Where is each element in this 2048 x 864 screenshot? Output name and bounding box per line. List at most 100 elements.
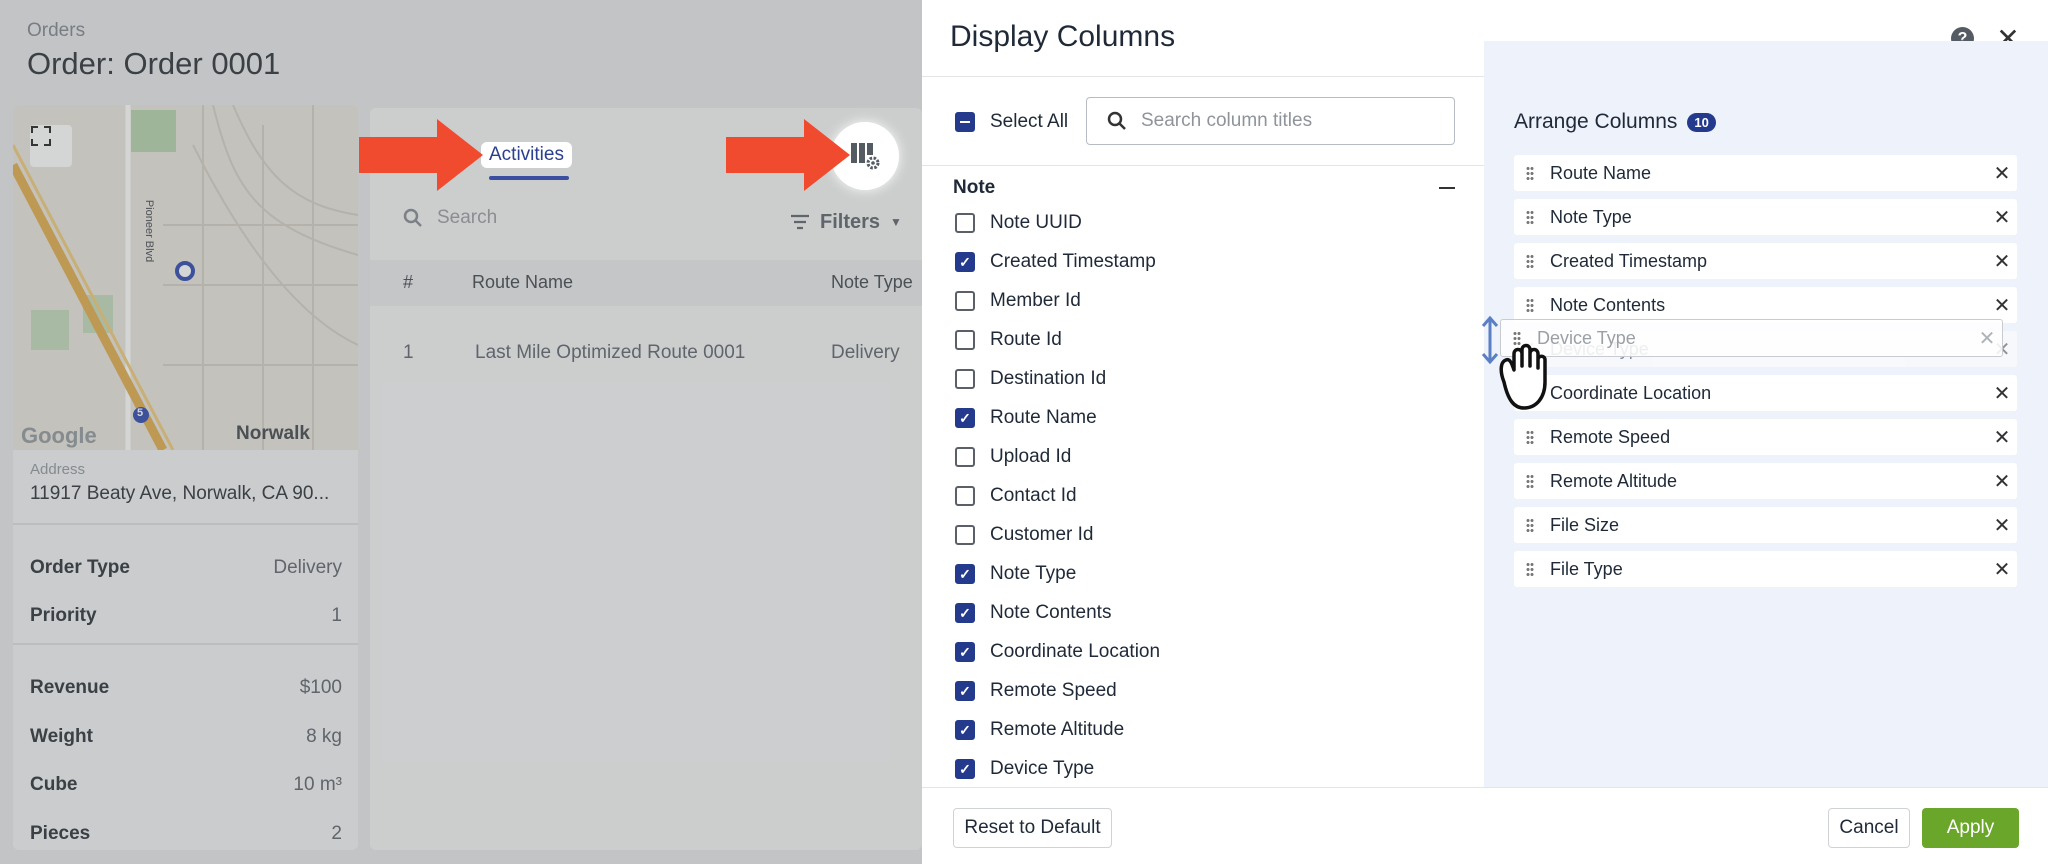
column-option-label: Member Id — [990, 290, 1081, 311]
arranged-column-item[interactable]: Created Timestamp ✕ — [1514, 243, 2017, 279]
column-option-label: Note Type — [990, 563, 1077, 584]
column-option[interactable]: ✓ Created Timestamp — [955, 251, 1156, 273]
column-option-label: Route Name — [990, 407, 1097, 428]
column-option-label: Note Contents — [990, 602, 1112, 623]
column-option-label: Remote Speed — [990, 680, 1117, 701]
column-option[interactable]: ✓ Note Type — [955, 563, 1076, 585]
dragging-column-item[interactable]: Device Type ✕ — [1500, 319, 2003, 357]
remove-column-icon[interactable]: ✕ — [1987, 469, 2017, 494]
arranged-column-item[interactable]: File Type ✕ — [1514, 551, 2017, 587]
drag-handle-icon[interactable] — [1514, 430, 1546, 444]
drag-handle-icon[interactable] — [1514, 166, 1546, 180]
checkbox-checked-icon[interactable]: ✓ — [955, 564, 975, 584]
column-option-label: Note UUID — [990, 212, 1082, 233]
remove-icon: ✕ — [1978, 327, 1996, 350]
arranged-column-item[interactable]: Note Contents ✕ — [1514, 287, 2017, 323]
arranged-column-item[interactable]: Note Type ✕ — [1514, 199, 2017, 235]
column-option-label: Device Type — [990, 758, 1095, 779]
checkbox-checked-icon[interactable]: ✓ — [955, 681, 975, 701]
divider — [922, 787, 2048, 788]
group-header-note[interactable]: Note — [953, 177, 1455, 199]
column-option[interactable]: Route Id — [955, 329, 1062, 351]
column-option-label: Coordinate Location — [990, 641, 1161, 662]
checkbox-unchecked-icon[interactable] — [955, 525, 975, 545]
drag-hand-cursor-icon — [1481, 315, 1547, 410]
arranged-column-item[interactable]: Remote Speed ✕ — [1514, 419, 2017, 455]
checkbox-unchecked-icon[interactable] — [955, 330, 975, 350]
column-search-field[interactable] — [1086, 97, 1455, 145]
column-option[interactable]: ✓ Device Type — [955, 758, 1094, 780]
select-all-label: Select All — [990, 111, 1069, 132]
group-label: Note — [953, 177, 996, 198]
checkbox-unchecked-icon[interactable] — [955, 291, 975, 311]
remove-column-icon[interactable]: ✕ — [1987, 161, 2017, 186]
remove-column-icon[interactable]: ✕ — [1987, 205, 2017, 230]
arranged-column-label: Note Type — [1550, 206, 1632, 227]
checkbox-checked-icon[interactable]: ✓ — [955, 720, 975, 740]
tab-active-indicator — [489, 176, 569, 180]
column-settings-icon — [851, 143, 880, 170]
remove-column-icon[interactable]: ✕ — [1987, 293, 2017, 318]
apply-button[interactable]: Apply — [1922, 808, 2019, 848]
tab-activities[interactable]: Activities — [481, 142, 572, 168]
column-selection-pane: Select All Note Note UUID ✓ Created Timest… — [922, 77, 1484, 787]
checkbox-unchecked-icon[interactable] — [955, 447, 975, 467]
remove-column-icon[interactable]: ✕ — [1987, 249, 2017, 274]
column-option-label: Created Timestamp — [990, 251, 1156, 272]
arranged-column-item[interactable]: File Size ✕ — [1514, 507, 2017, 543]
drawer-title: Display Columns — [950, 20, 1176, 53]
checkbox-checked-icon[interactable]: ✓ — [955, 408, 975, 428]
dragging-column-label: Device Type — [1537, 327, 1636, 348]
drag-handle-icon[interactable] — [1514, 474, 1546, 488]
display-columns-drawer: Display Columns ? ✕ Select All Note Note… — [922, 0, 2048, 864]
arranged-column-label: Remote Speed — [1550, 426, 1671, 447]
arranged-column-item[interactable]: Coordinate Location ✕ — [1514, 375, 2017, 411]
column-option[interactable]: ✓ Route Name — [955, 407, 1097, 429]
column-option-label: Contact Id — [990, 485, 1077, 506]
column-option[interactable]: Upload Id — [955, 446, 1071, 468]
column-option[interactable]: Note UUID — [955, 212, 1082, 234]
column-search-input[interactable] — [1141, 110, 1441, 132]
column-option[interactable]: Destination Id — [955, 368, 1106, 390]
arranged-column-item[interactable]: Remote Altitude ✕ — [1514, 463, 2017, 499]
column-option[interactable]: Customer Id — [955, 524, 1093, 546]
column-option[interactable]: Contact Id — [955, 485, 1077, 507]
arranged-column-label: Coordinate Location — [1550, 382, 1712, 403]
arranged-column-label: Created Timestamp — [1550, 250, 1708, 271]
checkbox-unchecked-icon[interactable] — [955, 486, 975, 506]
column-option-label: Destination Id — [990, 368, 1107, 389]
remove-column-icon[interactable]: ✕ — [1987, 381, 2017, 406]
column-option-label: Upload Id — [990, 446, 1072, 467]
collapse-icon[interactable] — [1439, 187, 1455, 189]
cancel-button[interactable]: Cancel — [1828, 808, 1910, 848]
drag-handle-icon[interactable] — [1514, 562, 1546, 576]
checkbox-checked-icon[interactable]: ✓ — [955, 759, 975, 779]
remove-column-icon[interactable]: ✕ — [1987, 513, 2017, 538]
drag-handle-icon[interactable] — [1514, 210, 1546, 224]
remove-column-icon[interactable]: ✕ — [1987, 425, 2017, 450]
checkbox-checked-icon[interactable]: ✓ — [955, 252, 975, 272]
column-option[interactable]: ✓ Coordinate Location — [955, 641, 1160, 663]
checkbox-indeterminate-icon[interactable] — [955, 112, 975, 132]
column-option[interactable]: ✓ Remote Altitude — [955, 719, 1124, 741]
column-option-label: Remote Altitude — [990, 719, 1125, 740]
column-option[interactable]: Member Id — [955, 290, 1081, 312]
reset-to-default-button[interactable]: Reset to Default — [953, 808, 1112, 848]
select-all-checkbox[interactable]: Select All — [955, 111, 1068, 133]
checkbox-unchecked-icon[interactable] — [955, 369, 975, 389]
arranged-column-label: Note Contents — [1550, 294, 1666, 315]
selected-count-badge: 10 — [1687, 112, 1716, 132]
remove-column-icon[interactable]: ✕ — [1987, 557, 2017, 582]
arranged-column-item[interactable]: Route Name ✕ — [1514, 155, 2017, 191]
arranged-column-label: File Type — [1550, 558, 1623, 579]
drag-handle-icon[interactable] — [1514, 254, 1546, 268]
pointer-arrow — [726, 119, 850, 191]
checkbox-unchecked-icon[interactable] — [955, 213, 975, 233]
arranged-column-label: Route Name — [1550, 162, 1652, 183]
column-option[interactable]: ✓ Remote Speed — [955, 680, 1117, 702]
column-option[interactable]: ✓ Note Contents — [955, 602, 1111, 624]
checkbox-checked-icon[interactable]: ✓ — [955, 603, 975, 623]
drag-handle-icon[interactable] — [1514, 518, 1546, 532]
checkbox-checked-icon[interactable]: ✓ — [955, 642, 975, 662]
column-option-label: Customer Id — [990, 524, 1094, 545]
